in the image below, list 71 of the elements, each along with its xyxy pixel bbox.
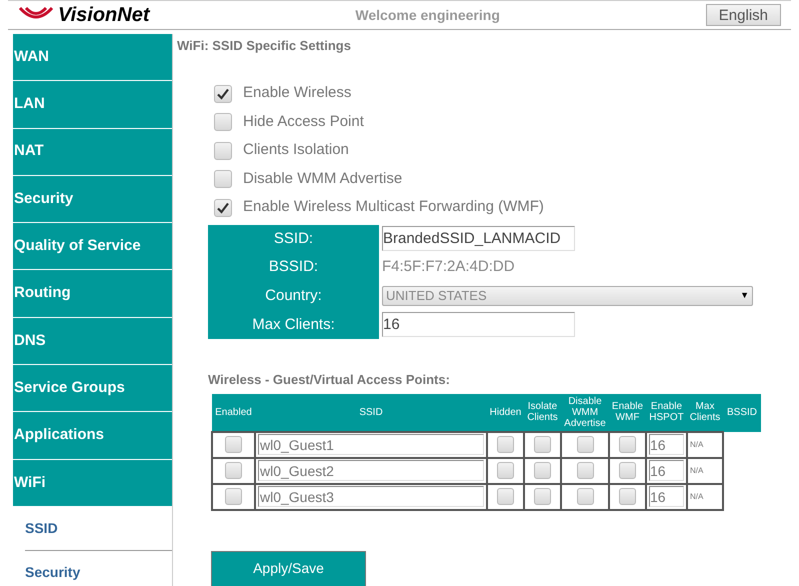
max-clients-input[interactable]: 16 bbox=[649, 486, 684, 508]
bssid-text: N/A bbox=[690, 466, 704, 476]
checkbox[interactable] bbox=[214, 198, 232, 216]
sidebar-subitem[interactable]: SSID bbox=[25, 506, 172, 551]
bssid-text: N/A bbox=[690, 492, 704, 502]
text-input[interactable]: BrandedSSID_LANMACID bbox=[382, 226, 575, 252]
ssid-input[interactable]: wl0_Guest3 bbox=[258, 486, 484, 508]
checkbox[interactable] bbox=[619, 436, 636, 454]
checkbox[interactable] bbox=[225, 462, 242, 480]
column-header: BSSID bbox=[723, 394, 761, 432]
setting-label: SSID: bbox=[208, 224, 379, 254]
checkbox-label: Hide Access Point bbox=[243, 112, 364, 132]
checkbox[interactable] bbox=[576, 488, 594, 506]
column-header: SSID bbox=[255, 394, 487, 432]
sidebar-item[interactable]: Security bbox=[13, 176, 172, 224]
language-button[interactable]: English bbox=[706, 4, 781, 26]
checkbox-label: Enable Wireless bbox=[243, 83, 352, 104]
checkbox[interactable] bbox=[497, 488, 514, 506]
column-header: Max Clients bbox=[687, 394, 723, 432]
column-header: Hidden bbox=[487, 394, 524, 432]
welcome-text: Welcome engineering bbox=[355, 6, 500, 25]
max-clients-input[interactable]: 16 bbox=[649, 434, 684, 456]
setting-label: Country: bbox=[208, 282, 379, 311]
text-input[interactable]: 16 bbox=[382, 312, 575, 338]
checkbox[interactable] bbox=[534, 488, 551, 506]
country-select[interactable]: UNITED STATES ▼ bbox=[382, 286, 753, 306]
bssid-text: N/A bbox=[690, 440, 704, 450]
setting-label: Max Clients: bbox=[208, 310, 379, 340]
checkbox[interactable] bbox=[214, 84, 232, 102]
checkmark-icon bbox=[216, 86, 230, 100]
column-header: Isolate Clients bbox=[524, 394, 561, 432]
sidebar-item[interactable]: Quality of Service bbox=[13, 223, 172, 270]
checkbox-label: Clients Isolation bbox=[243, 140, 349, 160]
max-clients-input[interactable]: 16 bbox=[649, 460, 684, 482]
ssid-input[interactable]: wl0_Guest1 bbox=[258, 434, 484, 456]
column-header: Enable HSPOT bbox=[646, 394, 687, 432]
checkbox[interactable] bbox=[497, 436, 514, 454]
checkbox[interactable] bbox=[619, 488, 636, 506]
sidebar-item[interactable]: WiFi bbox=[13, 460, 172, 507]
column-header: Disable WMM Advertise bbox=[561, 394, 609, 432]
checkbox[interactable] bbox=[576, 436, 594, 454]
sidebar-item[interactable]: Service Groups bbox=[13, 365, 172, 412]
checkbox[interactable] bbox=[619, 462, 636, 480]
checkbox-label: Disable WMM Advertise bbox=[243, 168, 402, 189]
section-title: Wireless - Guest/Virtual Access Points: bbox=[208, 371, 451, 390]
checkbox[interactable] bbox=[225, 436, 242, 454]
column-header: Enabled bbox=[212, 394, 255, 432]
checkbox[interactable] bbox=[534, 462, 551, 480]
sidebar-item[interactable]: Routing bbox=[13, 270, 172, 318]
ssid-input[interactable]: wl0_Guest2 bbox=[258, 460, 484, 482]
checkbox[interactable] bbox=[497, 462, 514, 480]
page-title: WiFi: SSID Specific Settings bbox=[177, 37, 352, 55]
column-header: Enable WMF bbox=[609, 394, 646, 432]
checkbox[interactable] bbox=[225, 488, 242, 506]
sidebar-subitem[interactable]: Security bbox=[25, 550, 172, 586]
bssid-value: F4:5F:F7:2A:4D:DD bbox=[382, 257, 515, 278]
checkbox-label: Enable Wireless Multicast Forwarding (WMF) bbox=[243, 197, 544, 218]
checkbox[interactable] bbox=[214, 142, 232, 160]
checkbox[interactable] bbox=[534, 436, 551, 454]
checkbox[interactable] bbox=[214, 170, 232, 188]
sidebar-item[interactable]: WAN bbox=[13, 34, 172, 82]
checkmark-icon bbox=[216, 200, 230, 214]
sidebar-item[interactable]: DNS bbox=[13, 318, 172, 366]
sidebar-item[interactable]: NAT bbox=[13, 128, 172, 176]
logo-text: VisionNet bbox=[58, 5, 150, 25]
apply-save-button[interactable]: Apply/Save bbox=[211, 550, 366, 586]
checkbox[interactable] bbox=[214, 113, 232, 131]
sidebar-item[interactable]: LAN bbox=[13, 81, 172, 129]
setting-label: BSSID: bbox=[208, 253, 379, 282]
checkbox[interactable] bbox=[576, 462, 594, 480]
sidebar-item[interactable]: Applications bbox=[13, 412, 172, 460]
